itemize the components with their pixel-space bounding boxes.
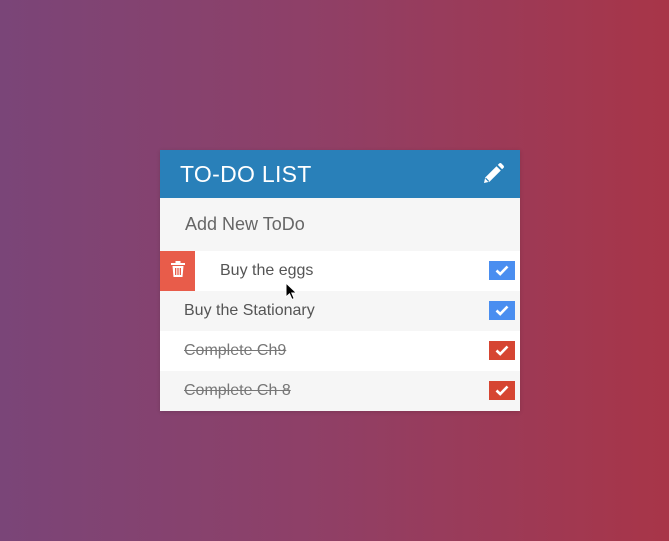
todo-header: TO-DO LIST [160, 150, 520, 198]
add-todo-row [160, 198, 520, 251]
todo-label: Buy the eggs [220, 262, 314, 279]
check-icon [495, 345, 509, 356]
check-icon [495, 305, 509, 316]
todo-item[interactable]: Complete Ch 8 [160, 371, 520, 411]
todo-item[interactable]: Buy the eggs [160, 251, 520, 291]
add-todo-input[interactable] [183, 213, 487, 236]
todo-item[interactable]: Complete Ch9 [160, 331, 520, 371]
todo-label: Buy the Stationary [184, 302, 315, 319]
check-button[interactable] [489, 261, 515, 280]
check-icon [495, 265, 509, 276]
delete-button[interactable] [160, 251, 195, 291]
check-button[interactable] [489, 341, 515, 360]
todo-label: Complete Ch 8 [184, 382, 291, 399]
check-button[interactable] [489, 301, 515, 320]
check-icon [495, 385, 509, 396]
pencil-icon[interactable] [480, 161, 506, 187]
check-button[interactable] [489, 381, 515, 400]
page-title: TO-DO LIST [180, 160, 312, 187]
todo-label: Complete Ch9 [184, 342, 287, 359]
trash-icon [170, 260, 185, 282]
todo-card: TO-DO LIST Buy the [160, 150, 520, 411]
todo-item[interactable]: Buy the Stationary [160, 291, 520, 331]
